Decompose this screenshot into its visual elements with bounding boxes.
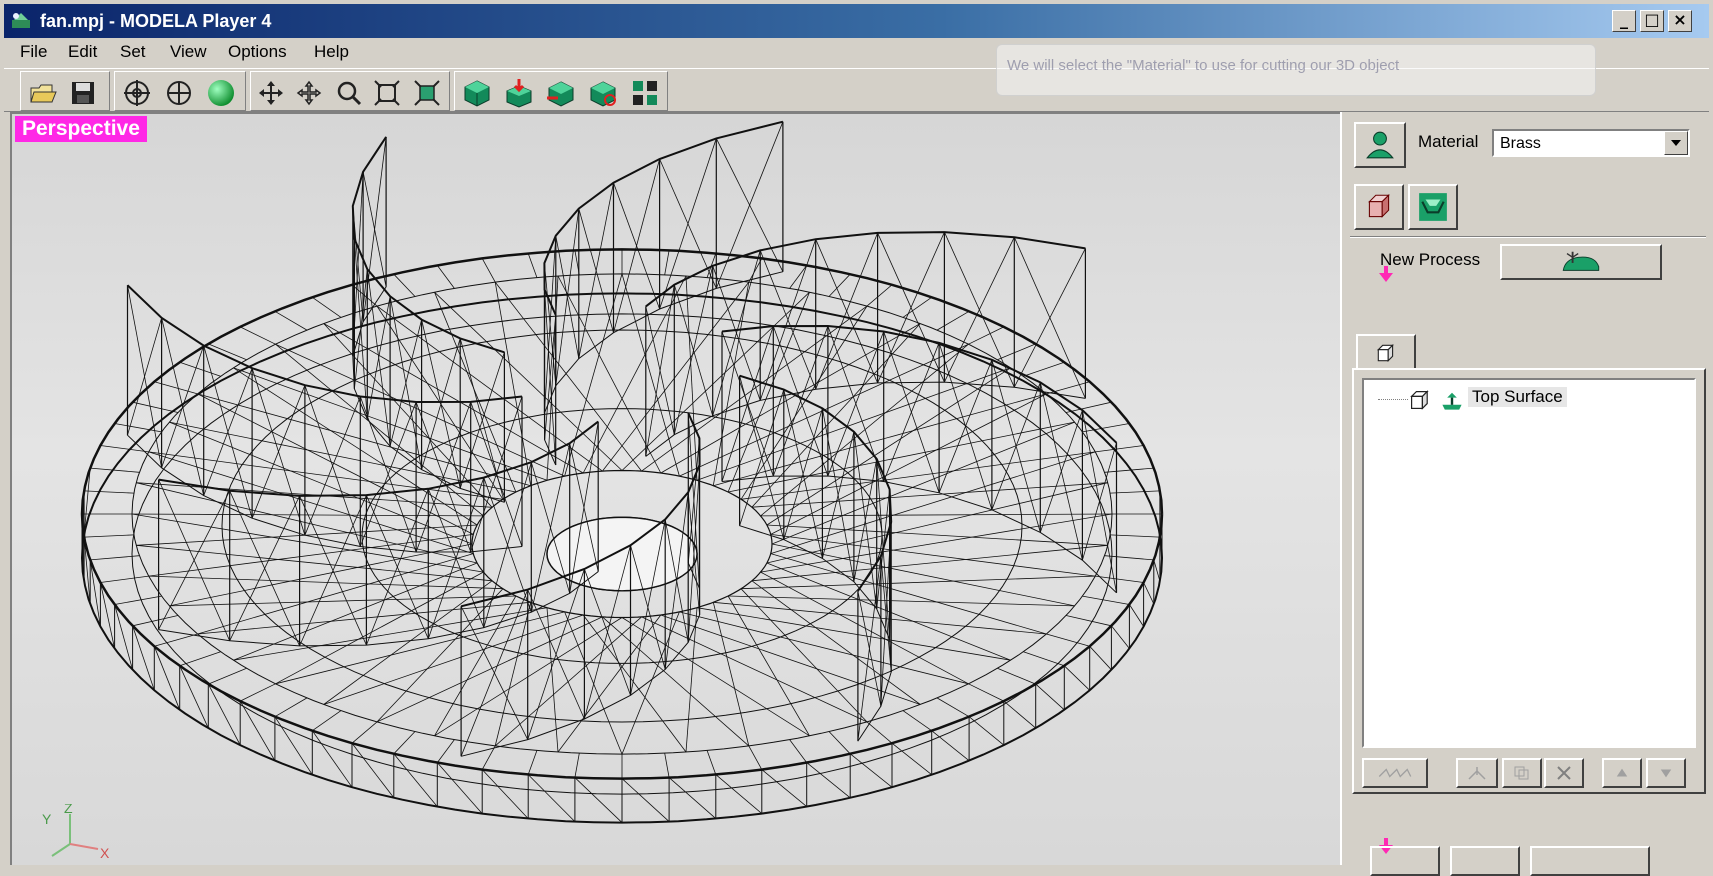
tree-edit-button[interactable] [1362, 758, 1428, 788]
zoom-all-icon[interactable] [409, 76, 445, 110]
copy-icon [1512, 765, 1532, 781]
box-model-button[interactable] [1354, 184, 1404, 230]
axis-y-label: Y [42, 811, 52, 827]
navigation-toolbar-group [250, 71, 450, 111]
new-process-button[interactable] [1500, 244, 1662, 280]
tree-box-icon [1408, 388, 1432, 412]
cube-cut-icon[interactable] [543, 76, 579, 110]
box-icon [1363, 191, 1395, 223]
tree-item-top-surface[interactable]: Top Surface [1468, 387, 1567, 407]
save-disk-icon[interactable] [65, 76, 101, 110]
menu-set[interactable]: Set [120, 42, 146, 62]
tree-delete-button[interactable] [1544, 758, 1584, 788]
green-cube-icon[interactable] [459, 76, 495, 110]
panel-separator [1350, 236, 1706, 238]
tree-tab-box-icon [1375, 342, 1397, 364]
title-bar[interactable]: fan.mpj - MODELA Player 4 _ □ × [4, 4, 1709, 38]
toolpath-icon [1467, 765, 1487, 781]
3d-viewport[interactable]: Perspective Y Z X [10, 112, 1340, 865]
pan-icon[interactable] [253, 76, 289, 110]
app-window: fan.mpj - MODELA Player 4 _ □ × File Edi… [0, 0, 1713, 865]
process-panel: Material Brass New Process [1340, 112, 1713, 865]
menu-view[interactable]: View [170, 42, 207, 62]
material-button[interactable] [1354, 122, 1406, 168]
material-selected-value: Brass [1500, 135, 1541, 153]
axis-z-label: Z [64, 804, 73, 816]
process-tree-tab[interactable] [1356, 334, 1416, 370]
material-person-icon [1364, 129, 1396, 161]
minimize-button[interactable]: _ [1612, 10, 1636, 32]
dropdown-arrow-icon[interactable] [1664, 131, 1688, 155]
rotate-view-icon[interactable] [119, 76, 155, 110]
new-process-icon [1556, 248, 1606, 276]
close-button[interactable]: × [1668, 10, 1692, 32]
grid-icon[interactable] [627, 76, 663, 110]
menu-edit[interactable]: Edit [68, 42, 97, 62]
maximize-button[interactable]: □ [1640, 10, 1664, 32]
surface-model-button[interactable] [1408, 184, 1458, 230]
bottom-tool-button-2[interactable] [1450, 846, 1520, 876]
tree-copy-button[interactable] [1502, 758, 1542, 788]
menu-options[interactable]: Options [228, 42, 287, 62]
menu-help[interactable]: Help [314, 42, 349, 62]
modela-app-icon [10, 10, 32, 32]
material-dropdown[interactable]: Brass [1492, 129, 1690, 157]
window-title: fan.mpj - MODELA Player 4 [40, 11, 271, 32]
process-toolbar-group [454, 71, 668, 111]
open-folder-icon[interactable] [25, 76, 61, 110]
cube-rotate-icon[interactable] [585, 76, 621, 110]
view-mode-label: Perspective [15, 116, 147, 142]
tree-toolpath-button[interactable] [1456, 758, 1498, 788]
surface-icon [1417, 191, 1449, 223]
down-arrow-icon [1659, 766, 1673, 780]
flow-arrow-down-icon [1376, 264, 1396, 284]
tree-connector [1378, 399, 1408, 400]
tree-surface-icon [1440, 388, 1464, 412]
move-origin-icon[interactable] [161, 76, 197, 110]
up-arrow-icon [1615, 766, 1629, 780]
menu-file[interactable]: File [20, 42, 47, 62]
sphere-render-icon[interactable] [203, 76, 239, 110]
delete-x-icon [1556, 765, 1572, 781]
axis-triad-icon: Y Z X [40, 804, 120, 864]
process-tree[interactable]: Top Surface [1362, 378, 1696, 748]
hint-tooltip: We will select the "Material" to use for… [996, 44, 1596, 96]
tree-move-down-button[interactable] [1646, 758, 1686, 788]
tree-move-up-button[interactable] [1602, 758, 1642, 788]
move-icon[interactable] [291, 76, 327, 110]
zoom-icon[interactable] [331, 76, 367, 110]
cube-down-icon[interactable] [501, 76, 537, 110]
process-tree-frame: Top Surface [1352, 368, 1706, 794]
bottom-tool-button-3[interactable] [1530, 846, 1650, 876]
fan-wireframe-model[interactable] [12, 114, 1340, 865]
file-toolbar-group [20, 71, 110, 111]
material-label: Material [1418, 132, 1478, 152]
axis-x-label: X [100, 845, 110, 861]
view-toolbar-group [114, 71, 246, 111]
wave-path-icon [1375, 766, 1415, 780]
bottom-tool-button-1[interactable] [1370, 846, 1440, 876]
zoom-fit-icon[interactable] [369, 76, 405, 110]
